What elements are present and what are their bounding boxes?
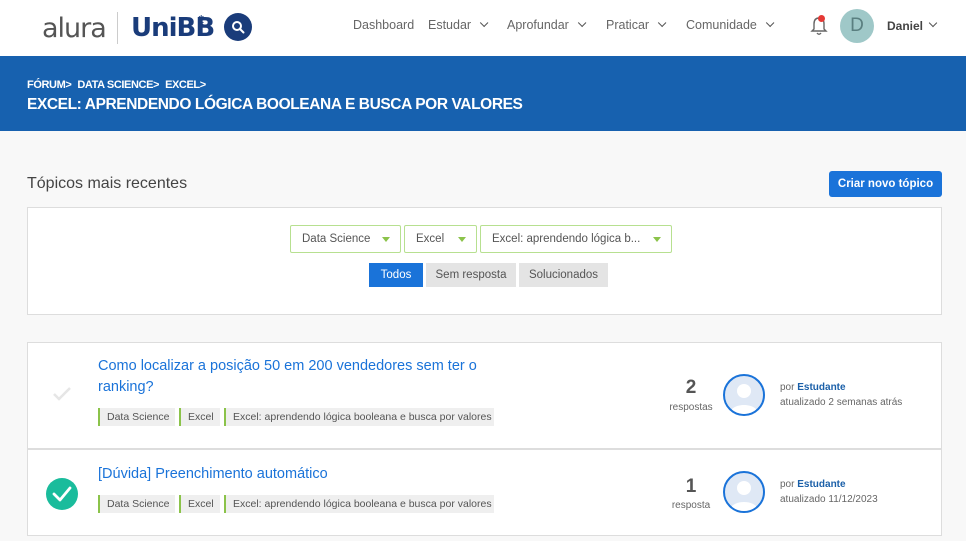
nav-dashboard[interactable]: Dashboard xyxy=(353,18,414,32)
topic-tag[interactable]: Excel xyxy=(179,495,220,513)
topic-tag[interactable]: Excel: aprendendo lógica booleana e busc… xyxy=(224,495,494,513)
top-navbar: alura UniBB ⁑ Dashboard Estudar Aprofund… xyxy=(0,0,966,56)
author-line: por Estudante xyxy=(780,382,846,393)
search-icon xyxy=(232,21,245,34)
nav-estudar[interactable]: Estudar xyxy=(428,18,489,32)
updated-time: atualizado 2 semanas atrás xyxy=(780,397,903,408)
category-select-value: Data Science xyxy=(302,233,371,245)
nav-aprofundar-label: Aprofundar xyxy=(507,18,569,32)
breadcrumb: FÓRUM> DATA SCIENCE> EXCEL> xyxy=(27,79,206,91)
reply-count: 2 xyxy=(685,377,697,398)
topic-tag[interactable]: Data Science xyxy=(98,495,175,513)
breadcrumb-data-science[interactable]: DATA SCIENCE> xyxy=(77,79,159,91)
course-select[interactable]: Excel: aprendendo lógica b... xyxy=(480,225,672,253)
topic-row[interactable]: Como localizar a posição 50 em 200 vende… xyxy=(27,342,942,449)
user-avatar[interactable]: D xyxy=(840,9,874,43)
user-name[interactable]: Daniel xyxy=(887,19,923,33)
chevron-down-icon xyxy=(765,18,775,28)
reply-count: 1 xyxy=(685,476,697,497)
reply-count-label: resposta xyxy=(671,500,711,511)
topic-title[interactable]: Como localizar a posição 50 em 200 vende… xyxy=(98,356,508,398)
page-title: EXCEL: APRENDENDO LÓGICA BOOLEANA E BUSC… xyxy=(27,96,523,113)
nav-dashboard-label: Dashboard xyxy=(353,18,415,32)
topic-row[interactable]: [Dúvida] Preenchimento automático Data S… xyxy=(27,449,942,536)
nav-praticar[interactable]: Praticar xyxy=(606,18,667,32)
alura-logo[interactable]: alura xyxy=(42,13,107,44)
breadcrumb-forum[interactable]: FÓRUM> xyxy=(27,79,72,91)
breadcrumb-data-science-label: DATA SCIENCE xyxy=(77,79,154,91)
filter-panel xyxy=(27,207,942,315)
subcategory-select-value: Excel xyxy=(416,233,445,245)
category-select[interactable]: Data Science xyxy=(290,225,401,253)
chevron-down-icon xyxy=(657,18,667,28)
chevron-down-icon[interactable] xyxy=(928,18,938,28)
nav-comunidade[interactable]: Comunidade xyxy=(686,18,775,32)
topic-tag[interactable]: Excel xyxy=(179,408,220,426)
updated-time: atualizado 11/12/2023 xyxy=(780,494,878,505)
create-topic-button[interactable]: Criar novo tópico xyxy=(829,171,942,197)
check-icon xyxy=(53,387,71,401)
dropdown-arrow-icon xyxy=(653,237,661,242)
logo-divider xyxy=(117,12,118,44)
tab-todos[interactable]: Todos xyxy=(369,263,423,287)
breadcrumb-forum-label: FÓRUM xyxy=(27,79,66,91)
notification-badge xyxy=(818,15,825,22)
tab-solucionados[interactable]: Solucionados xyxy=(519,263,608,287)
section-title: Tópicos mais recentes xyxy=(27,175,188,192)
user-silhouette-icon xyxy=(730,384,758,414)
author-avatar[interactable] xyxy=(723,471,765,513)
breadcrumb-excel[interactable]: EXCEL> xyxy=(165,79,206,91)
tab-sem-resposta[interactable]: Sem resposta xyxy=(426,263,516,287)
subcategory-select[interactable]: Excel xyxy=(404,225,477,253)
nav-aprofundar[interactable]: Aprofundar xyxy=(507,18,587,32)
chevron-down-icon xyxy=(479,18,489,28)
author-avatar[interactable] xyxy=(723,374,765,416)
nav-praticar-label: Praticar xyxy=(606,18,650,32)
author-line: por Estudante xyxy=(780,479,846,490)
dropdown-arrow-icon xyxy=(382,237,390,242)
author-name[interactable]: Estudante xyxy=(797,479,845,490)
solved-check-icon xyxy=(46,478,78,510)
nav-estudar-label: Estudar xyxy=(428,18,472,32)
topic-tag[interactable]: Excel: aprendendo lógica booleana e busc… xyxy=(224,408,494,426)
user-silhouette-icon xyxy=(730,481,758,511)
course-banner: FÓRUM> DATA SCIENCE> EXCEL> EXCEL: APREN… xyxy=(0,56,966,131)
author-prefix: por xyxy=(780,382,795,393)
reply-count-label: respostas xyxy=(669,402,713,413)
topic-title[interactable]: [Dúvida] Preenchimento automático xyxy=(98,464,508,485)
author-name[interactable]: Estudante xyxy=(797,382,845,393)
nav-comunidade-label: Comunidade xyxy=(686,18,757,32)
dropdown-arrow-icon xyxy=(458,237,466,242)
topic-tag[interactable]: Data Science xyxy=(98,408,175,426)
search-button[interactable] xyxy=(224,13,252,41)
author-prefix: por xyxy=(780,479,795,490)
breadcrumb-excel-label: EXCEL xyxy=(165,79,200,91)
unibb-logo-mark: ⁑ xyxy=(198,14,205,29)
chevron-down-icon xyxy=(577,18,587,28)
course-select-value: Excel: aprendendo lógica b... xyxy=(492,233,641,245)
